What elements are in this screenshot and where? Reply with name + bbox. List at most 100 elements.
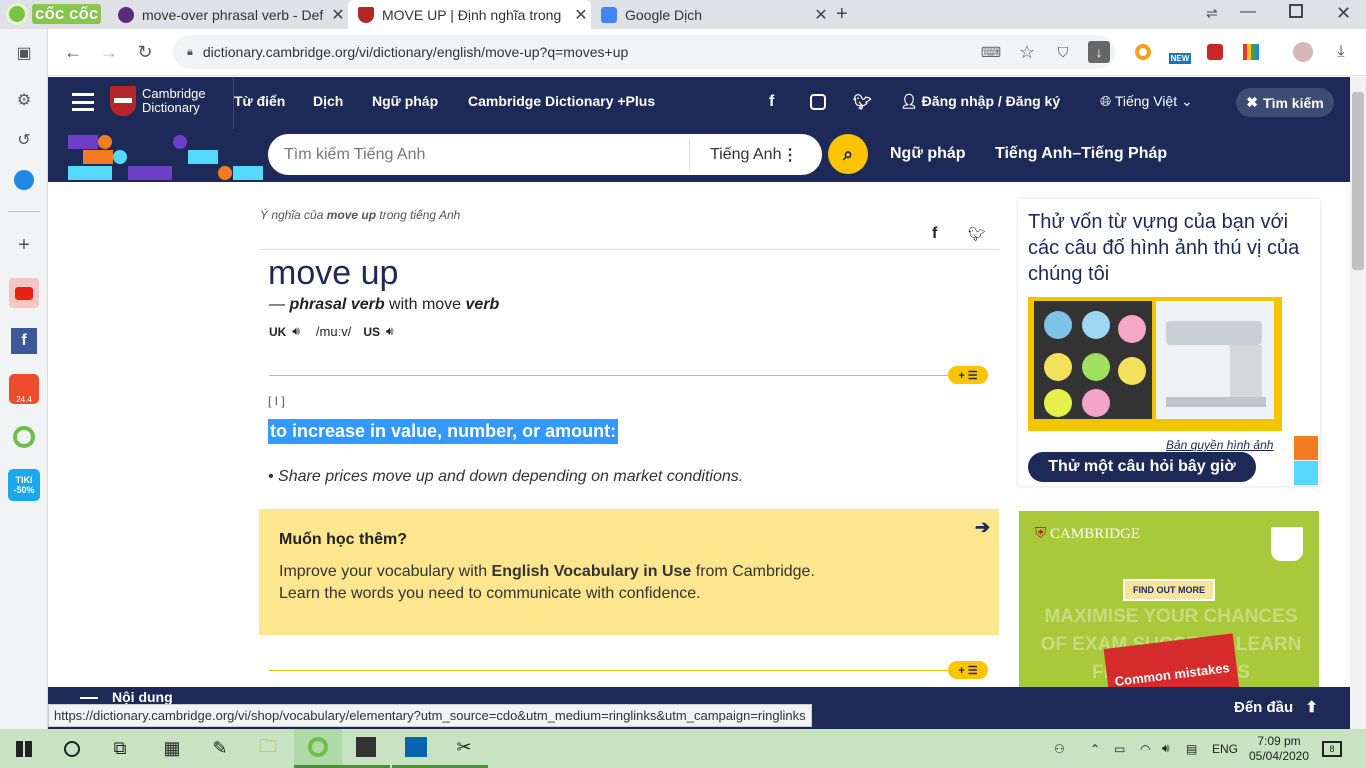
- translate-page-icon[interactable]: ⌨: [980, 41, 1002, 63]
- more-options-icon[interactable]: ⋮: [782, 145, 822, 165]
- people-icon[interactable]: ⚇: [1054, 729, 1065, 768]
- twitter-icon[interactable]: 🐦︎: [853, 93, 872, 111]
- coccoc-icon: [6, 3, 28, 25]
- extension-grid-icon[interactable]: [1240, 41, 1262, 63]
- nav-translate[interactable]: Dịch: [313, 93, 343, 109]
- exam-badge-icon: [1271, 527, 1303, 561]
- tray-chevron-up-icon[interactable]: ⌃: [1090, 729, 1100, 768]
- maximize-icon[interactable]: [1289, 4, 1303, 18]
- learn-more-box[interactable]: Muốn học thêm? Improve your vocabulary w…: [259, 509, 999, 635]
- close-tab-icon[interactable]: ✕: [811, 5, 831, 25]
- cambridge-logo[interactable]: Cambridge Dictionary: [110, 86, 206, 116]
- language-selector[interactable]: 🌐︎ Tiếng Việt ⌄: [1100, 93, 1193, 110]
- downloads-icon[interactable]: ⤓: [1330, 41, 1352, 63]
- facebook-icon[interactable]: f: [8, 325, 40, 357]
- add-panel-icon[interactable]: +: [8, 229, 40, 261]
- task-view-icon[interactable]: ⧉: [96, 729, 144, 768]
- sidebar-toggle-icon[interactable]: ▣: [8, 37, 40, 69]
- status-bar-url: https://dictionary.cambridge.org/vi/shop…: [48, 704, 812, 727]
- keyboard-icon[interactable]: ▤: [1186, 729, 1197, 768]
- nav-plus[interactable]: Cambridge Dictionary +Plus: [468, 93, 655, 109]
- history-icon[interactable]: ↺: [8, 124, 40, 156]
- add-to-list-button-2[interactable]: + ☰: [948, 661, 988, 679]
- app-paint-icon[interactable]: ✎: [196, 729, 244, 768]
- advertisement[interactable]: ⛨ CAMBRIDGE FIND OUT MORE MAXIMISE YOUR …: [1019, 511, 1319, 687]
- tab-google-translate[interactable]: Google Dịch ✕: [591, 0, 831, 29]
- tab-move-over[interactable]: move-over phrasal verb - Def ✕: [108, 0, 348, 29]
- download-page-icon[interactable]: ↓: [1088, 41, 1110, 63]
- sewing-machine-image: [1156, 301, 1274, 419]
- notification-center-icon[interactable]: 8: [1322, 729, 1342, 768]
- browser-logo[interactable]: cốc cốc: [6, 3, 102, 25]
- youtube-icon[interactable]: [8, 277, 40, 309]
- ad-cta-button[interactable]: FIND OUT MORE: [1123, 579, 1215, 601]
- battery-icon[interactable]: ▭: [1114, 729, 1125, 768]
- tab-search-icon[interactable]: ⇌: [1206, 5, 1218, 22]
- new-tab-button[interactable]: +: [836, 3, 848, 26]
- file-explorer-icon[interactable]: 🗀︎: [244, 729, 292, 768]
- shopee-icon[interactable]: 24.4: [8, 373, 40, 405]
- close-window-icon[interactable]: ✕: [1336, 3, 1351, 24]
- close-tab-icon[interactable]: ✕: [328, 5, 348, 25]
- windows-start-icon[interactable]: [0, 729, 48, 768]
- cambridge-favicon-icon: [358, 6, 374, 23]
- add-to-list-button[interactable]: + ☰: [948, 366, 988, 384]
- nav-dictionary[interactable]: Từ điển: [234, 93, 285, 109]
- app-calendar-icon[interactable]: ▦: [148, 729, 196, 768]
- quiz-image-frame[interactable]: [1028, 297, 1282, 431]
- facebook-icon[interactable]: f: [769, 93, 774, 111]
- sub-link-grammar[interactable]: Ngữ pháp: [890, 145, 966, 163]
- search-button[interactable]: ⌕: [828, 134, 868, 174]
- coccoc-taskbar-icon[interactable]: [294, 729, 342, 768]
- extension-chrome-icon[interactable]: [1132, 41, 1154, 63]
- wifi-icon[interactable]: ◠: [1140, 729, 1150, 768]
- back-to-top-link[interactable]: Đến đầu ⬆: [1234, 698, 1318, 716]
- search-input[interactable]: Tìm kiếm Tiếng Anh Tiếng Anh ⋮: [268, 134, 822, 175]
- sticky-notes-icon[interactable]: [342, 729, 390, 768]
- outlook-icon[interactable]: [392, 729, 440, 768]
- close-tab-icon[interactable]: ✕: [571, 5, 591, 25]
- paint-palette-image: [1034, 301, 1152, 419]
- search-language-select[interactable]: Tiếng Anh: [690, 146, 782, 164]
- site-header: Cambridge Dictionary Từ điển Dịch Ngữ phá…: [48, 77, 1350, 129]
- uk-audio-icon[interactable]: 🔊︎: [292, 324, 300, 339]
- volume-icon[interactable]: 🔊︎: [1162, 729, 1170, 768]
- input-language[interactable]: ENG: [1212, 729, 1238, 768]
- coccoc-leaf-icon[interactable]: [8, 421, 40, 453]
- settings-icon[interactable]: ⚙: [8, 84, 40, 116]
- instagram-icon[interactable]: [810, 94, 826, 110]
- url-bar[interactable]: 🔒︎ dictionary.cambridge.org/vi/dictionar…: [173, 35, 1115, 69]
- nav-grammar[interactable]: Ngữ pháp: [372, 93, 438, 109]
- image-copyright-link[interactable]: Bản quyền hình ảnh: [1166, 438, 1273, 452]
- contents-link[interactable]: Nội dung: [112, 689, 173, 705]
- shield-icon[interactable]: ⛉: [1052, 41, 1074, 63]
- login-link[interactable]: 👤︎ Đăng nhập / Đăng ký: [900, 93, 1060, 110]
- bookmark-star-icon[interactable]: ☆: [1016, 41, 1038, 63]
- extension-new-icon[interactable]: NEW: [1166, 41, 1194, 64]
- scrollbar-thumb[interactable]: [1352, 92, 1364, 270]
- profile-avatar[interactable]: [1292, 41, 1314, 63]
- clock[interactable]: 7:09 pm 05/04/2020: [1249, 729, 1309, 768]
- us-audio-icon[interactable]: 🔊︎: [386, 324, 394, 339]
- arrow-right-icon[interactable]: ➔: [975, 517, 990, 538]
- learn-more-line2: Learn the words you need to communicate …: [279, 585, 701, 602]
- main-content: Ý nghĩa của move up trong tiếng Anh f 🐦︎…: [48, 182, 1350, 687]
- sub-link-english-french[interactable]: Tiếng Anh–Tiếng Pháp: [995, 145, 1167, 163]
- snipping-tool-icon[interactable]: ✂: [440, 729, 488, 768]
- share-facebook-icon[interactable]: f: [932, 225, 937, 243]
- back-icon[interactable]: ←: [58, 37, 88, 67]
- search-toggle-button[interactable]: ✖ Tìm kiếm: [1236, 88, 1334, 117]
- content-menu-icon[interactable]: [80, 697, 98, 699]
- quiz-start-button[interactable]: Thử một câu hỏi bây giờ: [1028, 452, 1256, 482]
- tab-move-up[interactable]: MOVE UP | Định nghĩa trong ✕: [348, 0, 591, 29]
- messenger-icon[interactable]: [8, 164, 40, 196]
- forward-icon[interactable]: →: [94, 37, 124, 67]
- menu-icon[interactable]: [72, 93, 94, 111]
- minimize-icon[interactable]: —: [1240, 3, 1256, 21]
- tiki-icon[interactable]: TIKI -50%: [8, 469, 40, 501]
- reload-icon[interactable]: ↻: [130, 37, 160, 67]
- extension-red-icon[interactable]: [1204, 41, 1226, 63]
- share-twitter-icon[interactable]: 🐦︎: [968, 226, 986, 243]
- search-placeholder: Tìm kiếm Tiếng Anh: [284, 145, 426, 163]
- search-circle-icon[interactable]: [48, 729, 96, 768]
